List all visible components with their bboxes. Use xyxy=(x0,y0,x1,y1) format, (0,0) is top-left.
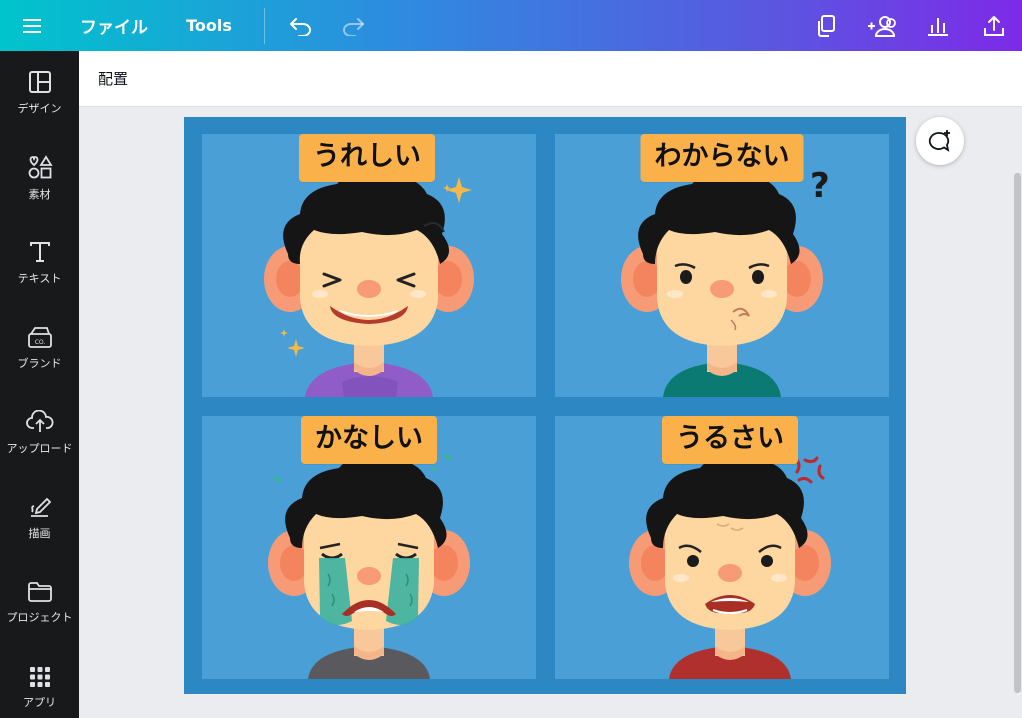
copy-icon xyxy=(818,14,835,37)
canvas-area: うれしい ? わからない かなしい うるさい xyxy=(79,107,1012,718)
redo-icon xyxy=(343,17,364,36)
text-icon xyxy=(29,242,50,262)
sidebar-item-label: アップロード xyxy=(6,442,73,455)
file-menu-button[interactable]: ファイル xyxy=(64,0,164,51)
top-bar: ファイル Tools xyxy=(0,0,1022,51)
template-icon xyxy=(28,71,51,93)
menu-button[interactable] xyxy=(0,0,64,51)
brand-icon: CO. xyxy=(27,327,52,348)
share-upload-icon xyxy=(984,15,1004,36)
sidebar-item-projects[interactable]: プロジェクト xyxy=(0,563,79,643)
sidebar-item-apps[interactable]: アプリ xyxy=(0,648,79,718)
emotion-label[interactable]: わからない xyxy=(640,134,804,182)
emotion-label[interactable]: うれしい xyxy=(299,134,435,182)
comment-add-icon xyxy=(928,130,950,152)
emotion-label[interactable]: かなしい xyxy=(301,416,437,464)
sidebar-item-label: 描画 xyxy=(28,527,51,540)
add-person-icon xyxy=(868,15,896,37)
svg-text:?: ? xyxy=(810,166,830,206)
sidebar-item-brand[interactable]: CO. ブランド xyxy=(0,308,79,388)
redo-button[interactable] xyxy=(327,0,379,51)
topbar-actions xyxy=(798,0,1022,51)
topbar-divider xyxy=(264,7,265,44)
left-sidebar: デザイン 素材 テキスト CO. ブランド アップロード 描画 プロジェクト ア… xyxy=(0,51,79,718)
insights-icon xyxy=(928,17,948,36)
sidebar-item-uploads[interactable]: アップロード xyxy=(0,393,79,473)
emotion-panel-sad[interactable]: かなしい xyxy=(202,416,536,679)
sidebar-item-label: テキスト xyxy=(17,272,62,285)
tools-menu-button[interactable]: Tools xyxy=(164,0,254,51)
svg-text:CO.: CO. xyxy=(34,339,45,346)
context-toolbar: 配置 xyxy=(79,51,1022,107)
sidebar-item-label: ブランド xyxy=(17,357,62,370)
sidebar-item-label: 素材 xyxy=(28,188,51,201)
menu-icon xyxy=(23,18,41,33)
sidebar-item-design[interactable]: デザイン xyxy=(0,53,79,133)
scrollbar-thumb[interactable] xyxy=(1014,173,1021,693)
elements-icon xyxy=(28,155,53,179)
sidebar-item-elements[interactable]: 素材 xyxy=(0,138,79,218)
share-button[interactable] xyxy=(966,0,1022,51)
sidebar-item-label: プロジェクト xyxy=(6,611,73,624)
emotion-panel-happy[interactable]: うれしい xyxy=(202,134,536,397)
insights-button[interactable] xyxy=(910,0,966,51)
arrange-button[interactable]: 配置 xyxy=(98,68,128,89)
sidebar-item-label: アプリ xyxy=(23,696,56,709)
emotion-panel-annoyed[interactable]: うるさい xyxy=(555,416,889,679)
folder-icon xyxy=(27,582,52,602)
sidebar-item-draw[interactable]: 描画 xyxy=(0,478,79,558)
emotion-label[interactable]: うるさい xyxy=(662,416,798,464)
sidebar-item-text[interactable]: テキスト xyxy=(0,223,79,303)
undo-button[interactable] xyxy=(275,0,327,51)
add-comment-button[interactable] xyxy=(916,117,964,165)
apps-icon xyxy=(29,667,50,687)
copy-button[interactable] xyxy=(798,0,854,51)
upload-icon xyxy=(25,410,53,432)
draw-icon xyxy=(30,497,51,517)
design-page[interactable]: うれしい ? わからない かなしい うるさい xyxy=(184,117,906,694)
emotion-panel-confused[interactable]: ? わからない xyxy=(555,134,889,397)
canvas-scrollbar[interactable] xyxy=(1012,107,1022,718)
sidebar-item-label: デザイン xyxy=(17,102,62,115)
invite-button[interactable] xyxy=(854,0,910,51)
undo-icon xyxy=(290,17,311,36)
